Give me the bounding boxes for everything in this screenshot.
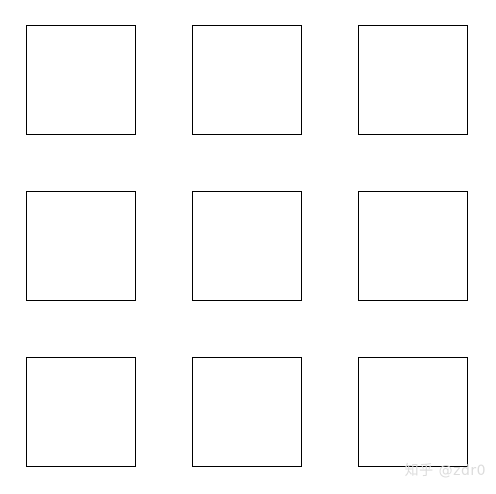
watermark-text: 知乎 @zdr0 <box>404 463 486 479</box>
box-r2-c1 <box>26 191 136 301</box>
box-r3-c2 <box>192 357 302 467</box>
box-r2-c3 <box>358 191 468 301</box>
box-r1-c2 <box>192 25 302 135</box>
box-r3-c1 <box>26 357 136 467</box>
box-r1-c1 <box>26 25 136 135</box>
box-grid <box>0 0 496 494</box>
box-r1-c3 <box>358 25 468 135</box>
box-r3-c3 <box>358 357 468 467</box>
box-r2-c2 <box>192 191 302 301</box>
